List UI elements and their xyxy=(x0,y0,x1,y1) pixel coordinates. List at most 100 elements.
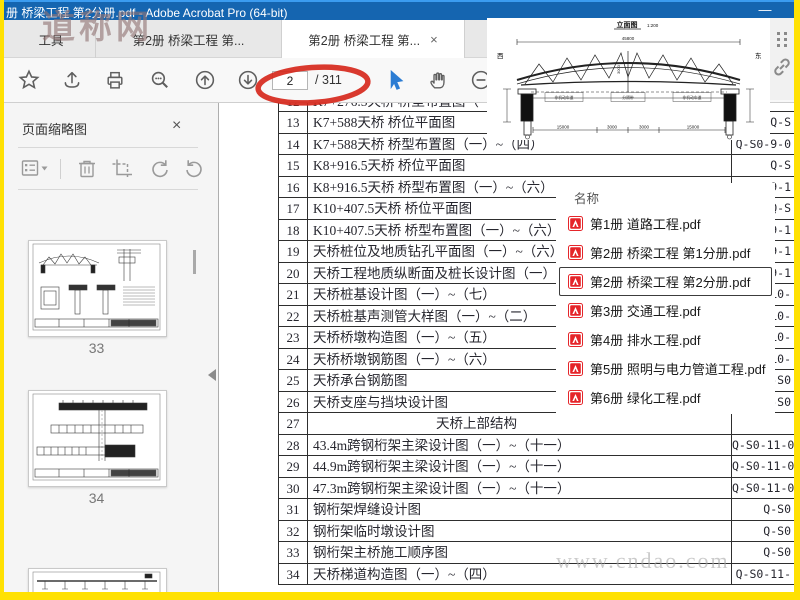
file-name: 第5册 照明与电力管道工程.pdf xyxy=(590,362,766,377)
file-list-item[interactable]: 第5册 照明与电力管道工程.pdf xyxy=(559,354,772,383)
yellow-frame-bottom xyxy=(0,592,800,600)
pdf-file-icon xyxy=(568,245,583,260)
toc-row-number: 15 xyxy=(279,155,308,176)
toc-row-drawing-no: Q-S0-11- xyxy=(731,563,794,584)
toc-row-drawing-no: Q-S0 xyxy=(731,499,794,520)
elevation-drawing-overlay: 立面图 1:200 45800 西 东 3000 非机动车道 分隔带 非机动车道… xyxy=(487,18,770,140)
toc-row-number: 33 xyxy=(279,542,308,563)
thumbnail-page-34[interactable] xyxy=(28,390,167,487)
svg-text:1:200: 1:200 xyxy=(647,23,659,28)
svg-text:立面图: 立面图 xyxy=(617,20,638,29)
svg-text:非机动车道: 非机动车道 xyxy=(683,95,702,100)
thumbnail-page-number: 33 xyxy=(88,340,105,356)
svg-text:3000: 3000 xyxy=(639,125,650,130)
toc-row-title: 44.9m跨钢桁架主梁设计图（一）~（十一） xyxy=(313,459,571,474)
rotate-cw-icon[interactable] xyxy=(182,157,208,181)
hand-tool-icon[interactable] xyxy=(427,69,449,91)
file-list-header: 名称 xyxy=(574,192,600,206)
svg-text:东: 东 xyxy=(755,51,762,60)
watermark-top-left: 道称网 xyxy=(42,10,153,46)
file-list-item[interactable]: 第3册 交通工程.pdf xyxy=(559,296,772,325)
pdf-file-icon xyxy=(568,274,583,289)
file-name: 第6册 绿化工程.pdf xyxy=(590,391,701,406)
toc-row-number: 27 xyxy=(279,413,308,434)
svg-text:西: 西 xyxy=(497,52,504,60)
sidebar-scrollbar[interactable] xyxy=(193,250,196,274)
toc-row-number: 34 xyxy=(279,563,308,584)
trash-icon[interactable] xyxy=(74,157,100,181)
pdf-file-icon xyxy=(568,332,583,347)
toc-row-drawing-no: Q-S0 xyxy=(731,542,794,563)
pdf-file-icon xyxy=(568,303,583,318)
rotate-ccw-icon[interactable] xyxy=(146,157,172,181)
toc-row: 27 天桥上部结构 xyxy=(278,413,794,435)
toc-row-number: 28 xyxy=(279,434,308,455)
svg-text:15000: 15000 xyxy=(687,125,700,130)
thumbnails-panel: 页面缩略图 × 33 34 xyxy=(4,103,219,592)
toc-row-number: 25 xyxy=(279,370,308,391)
toc-row-number: 31 xyxy=(279,499,308,520)
svg-text:15000: 15000 xyxy=(557,125,570,130)
svg-text:3000: 3000 xyxy=(616,64,621,74)
toc-row-number: 17 xyxy=(279,198,308,219)
toc-row-number: 18 xyxy=(279,219,308,240)
thumbnail-page-35[interactable] xyxy=(28,568,167,592)
file-list-overlay: 名称 第1册 道路工程.pdf 第2册 桥梁工程 第1分册.pdf 第2册 桥梁… xyxy=(556,183,775,414)
file-name: 第2册 桥梁工程 第2分册.pdf xyxy=(590,275,751,290)
toc-row-number: 20 xyxy=(279,262,308,283)
share-icon[interactable] xyxy=(61,69,83,91)
toc-row-number: 13 xyxy=(279,112,308,133)
toc-row-drawing-no xyxy=(731,413,794,434)
panel-title: 页面缩略图 xyxy=(22,122,88,137)
toc-row-number: 14 xyxy=(279,133,308,154)
yellow-frame-right xyxy=(794,0,800,600)
crop-pages-icon[interactable] xyxy=(110,157,136,181)
watermark-bottom-right: www.cndao.com xyxy=(556,548,730,573)
page-up-icon[interactable] xyxy=(194,69,216,91)
pdf-file-icon xyxy=(568,390,583,405)
tab-document-2-active[interactable]: 第2册 桥梁工程 第... × xyxy=(281,20,465,58)
file-name: 第4册 排水工程.pdf xyxy=(590,333,701,348)
divider xyxy=(60,159,61,179)
file-list-item[interactable]: 第1册 道路工程.pdf xyxy=(559,209,772,238)
collapse-panel-arrow-icon[interactable] xyxy=(208,369,216,381)
toc-row: 32 钢桁架临时墩设计图 Q-S0 xyxy=(278,520,794,542)
toc-row-title: K8+916.5天桥 桥位平面图 xyxy=(313,158,466,173)
file-list-item[interactable]: 第2册 桥梁工程 第2分册.pdf xyxy=(559,267,772,296)
toc-row-title: 钢桁架临时墩设计图 xyxy=(313,523,435,539)
toc-row-number: 21 xyxy=(279,284,308,305)
toc-row-number: 24 xyxy=(279,348,308,369)
file-list-item[interactable]: 第2册 桥梁工程 第1分册.pdf xyxy=(559,238,772,267)
thumbnail-options-icon[interactable] xyxy=(20,157,50,181)
divider xyxy=(18,147,198,148)
file-name: 第3册 交通工程.pdf xyxy=(590,304,701,319)
red-circle-annotation xyxy=(254,62,372,108)
tab-close-icon[interactable]: × xyxy=(430,32,438,47)
toc-row-drawing-no: Q-S0-11-01 xyxy=(731,434,794,455)
toc-row-number: 32 xyxy=(279,520,308,541)
pdf-file-icon xyxy=(568,216,583,231)
panel-close-icon[interactable]: × xyxy=(172,117,181,135)
thumbnail-page-number: 34 xyxy=(88,490,105,506)
star-icon[interactable] xyxy=(18,69,40,91)
file-name: 第1册 道路工程.pdf xyxy=(590,217,701,232)
toc-row-title: 47.3m跨钢桁架主梁设计图（一）~（十一） xyxy=(313,480,571,496)
link-tool-icon[interactable] xyxy=(771,56,793,78)
file-list-item[interactable]: 第4册 排水工程.pdf xyxy=(559,325,772,354)
svg-text:非机动车道: 非机动车道 xyxy=(555,95,574,100)
toc-row-number: 16 xyxy=(279,176,308,197)
toc-row-number: 19 xyxy=(279,241,308,262)
print-icon[interactable] xyxy=(104,69,126,91)
svg-text:3000: 3000 xyxy=(607,125,618,130)
thumbnail-page-33[interactable] xyxy=(28,240,167,337)
toc-row-drawing-no: Q-S xyxy=(731,155,794,176)
search-icon[interactable] xyxy=(149,69,171,91)
panel-grip-icon xyxy=(777,32,787,48)
svg-text:分隔带: 分隔带 xyxy=(622,95,634,100)
toc-row-title: 天桥上部结构 xyxy=(436,416,517,431)
file-list-item[interactable]: 第6册 绿化工程.pdf xyxy=(559,383,772,412)
toc-row-title: 钢桁架焊缝设计图 xyxy=(313,502,421,517)
select-tool-icon[interactable] xyxy=(386,69,408,91)
toc-row-drawing-no: Q-S0-11-03 xyxy=(731,477,794,498)
toc-row: 30 47.3m跨钢桁架主梁设计图（一）~（十一） Q-S0-11-03 xyxy=(278,477,794,499)
